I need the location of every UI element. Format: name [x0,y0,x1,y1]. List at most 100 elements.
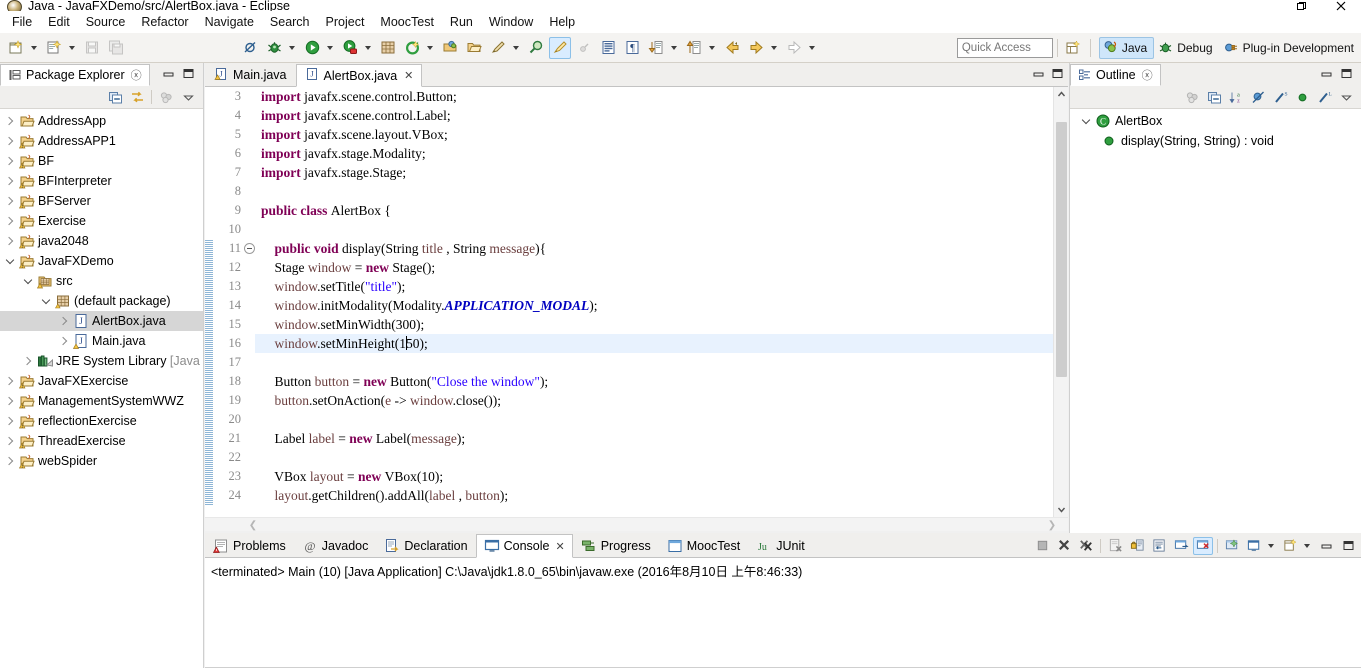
tree-item[interactable]: (default package) [0,291,203,311]
menu-project[interactable]: Project [318,13,373,31]
menu-source[interactable]: Source [78,13,134,31]
code-line[interactable]: import javafx.stage.Stage; [255,163,1053,182]
scroll-right-arrow[interactable]: ❯ [1044,518,1060,532]
minimize-icon[interactable] [1316,537,1336,555]
code-line[interactable]: button.setOnAction(e -> window.close()); [255,391,1053,410]
collapse-all-icon[interactable] [105,88,125,106]
chevron-right-icon[interactable] [2,173,18,189]
folding-column[interactable] [243,87,255,517]
tree-item[interactable]: ThreadExercise [0,431,203,451]
minimize-icon[interactable] [1320,67,1333,83]
outline-item[interactable]: C AlertBox [1070,111,1361,131]
chevron-down-icon[interactable] [1078,113,1094,129]
forward-icon[interactable] [745,37,767,59]
code-line[interactable] [255,448,1053,467]
terminate-icon[interactable] [1032,537,1052,555]
chevron-right-icon[interactable] [2,193,18,209]
chevron-right-icon[interactable] [20,353,36,369]
open-type-icon[interactable] [487,37,509,59]
run-coverage-dropdown-arrow[interactable] [362,37,374,59]
hide-fields-icon[interactable] [1248,88,1268,106]
maximize-icon[interactable] [1340,67,1353,83]
console-tab-junit[interactable]: Ju JUnit [748,533,812,557]
code-line[interactable]: import javafx.scene.control.Button; [255,87,1053,106]
menu-search[interactable]: Search [262,13,318,31]
chevron-right-icon[interactable] [2,453,18,469]
previous-annotation-dropdown-arrow[interactable] [706,37,718,59]
console-tab-declaration[interactable]: Declaration [376,533,475,557]
close-icon[interactable]: ✕ [555,540,564,553]
tree-item[interactable]: JRE System Library [Java [0,351,203,371]
perspective-plugin-development[interactable]: Plug-in Development [1220,37,1361,59]
clear-console-icon[interactable] [1105,537,1125,555]
chevron-right-icon[interactable] [2,233,18,249]
close-window-button[interactable] [1321,0,1361,11]
code-line[interactable]: Button button = new Button("Close the wi… [255,372,1053,391]
chevron-right-icon[interactable] [2,113,18,129]
tree-item[interactable]: JavaFXDemo [0,251,203,271]
scroll-down-arrow[interactable] [1054,502,1068,517]
perspective-java[interactable]: Java [1098,36,1155,59]
chevron-right-icon[interactable] [2,133,18,149]
console-tab-mooctest[interactable]: MoocTest [659,533,749,557]
chevron-right-icon[interactable] [2,153,18,169]
skip-breakpoints-icon[interactable] [239,37,261,59]
code-line[interactable]: window.setTitle("title"); [255,277,1053,296]
code-line[interactable]: window.setMinWidth(300); [255,315,1053,334]
editor-scrollbar-thumb[interactable] [1056,122,1067,377]
next-annotation-icon[interactable] [645,37,667,59]
restore-window-button[interactable] [1281,0,1321,11]
code-editor[interactable]: 3 4 5 6 7 8 9 10 11 12 13 14 15 16 17 18 19 20 21 22 23 24 im… [205,87,1068,517]
tree-item[interactable]: JavaFXExercise [0,371,203,391]
tree-item[interactable]: J Main.java [0,331,203,351]
scroll-up-arrow[interactable] [1054,87,1068,102]
show-console-on-output-icon[interactable] [1171,537,1191,555]
code-line[interactable]: Stage window = new Stage(); [255,258,1053,277]
view-menu-icon[interactable] [156,88,176,106]
run-coverage-icon[interactable] [339,37,361,59]
code-line[interactable] [255,353,1053,372]
sort-icon[interactable]: az [1226,88,1246,106]
remove-launch-icon[interactable] [1054,537,1074,555]
view-chevron-icon[interactable] [1336,88,1356,106]
code-line[interactable]: window.setMinHeight(150); [255,334,1053,353]
quick-access-input[interactable]: Quick Access [956,37,1053,58]
refresh-icon[interactable] [401,37,423,59]
run-icon[interactable] [301,37,323,59]
menu-file[interactable]: File [4,13,40,31]
next-annotation-dropdown-arrow[interactable] [668,37,680,59]
chevron-down-icon[interactable] [38,293,54,309]
open-perspective-icon[interactable] [1063,37,1085,59]
new-java-class-icon[interactable] [43,37,65,59]
outline-tree[interactable]: C AlertBox display(String, String) : void [1070,109,1361,533]
remove-all-launches-icon[interactable] [1076,537,1096,555]
editor-vertical-scrollbar[interactable] [1053,87,1068,517]
scroll-left-arrow[interactable]: ❮ [245,518,261,532]
code-line[interactable]: public void display(String title , Strin… [255,239,1053,258]
new-java-class-dropdown-arrow[interactable] [66,37,78,59]
tree-item[interactable]: java2048 [0,231,203,251]
view-chevron-icon[interactable] [178,88,198,106]
menu-window[interactable]: Window [481,13,541,31]
link-with-editor-icon[interactable] [127,88,147,106]
chevron-right-icon[interactable] [2,413,18,429]
run-dropdown-arrow[interactable] [324,37,336,59]
tree-item[interactable]: src [0,271,203,291]
scroll-lock-icon[interactable] [1127,537,1147,555]
chevron-right-icon[interactable] [2,213,18,229]
tree-item[interactable]: reflectionExercise [0,411,203,431]
close-icon[interactable]: ✕ [404,69,413,82]
maximize-icon[interactable] [1338,537,1358,555]
tree-item[interactable]: BFInterpreter [0,171,203,191]
maximize-icon[interactable] [1051,67,1064,83]
fold-marker[interactable] [243,243,255,254]
chevron-right-icon[interactable] [2,433,18,449]
package-explorer-tree[interactable]: AddressApp AddressAPP1 BF BFInterpreter BFSe… [0,109,203,668]
code-line[interactable]: import javafx.stage.Modality; [255,144,1053,163]
code-line[interactable]: layout.getChildren().addAll(label , butt… [255,486,1053,505]
debug-icon[interactable] [263,37,285,59]
new-wizard-icon[interactable] [5,37,27,59]
forward-dropdown-arrow[interactable] [768,37,780,59]
minimize-icon[interactable] [1032,67,1045,83]
chevron-right-icon[interactable] [56,333,72,349]
